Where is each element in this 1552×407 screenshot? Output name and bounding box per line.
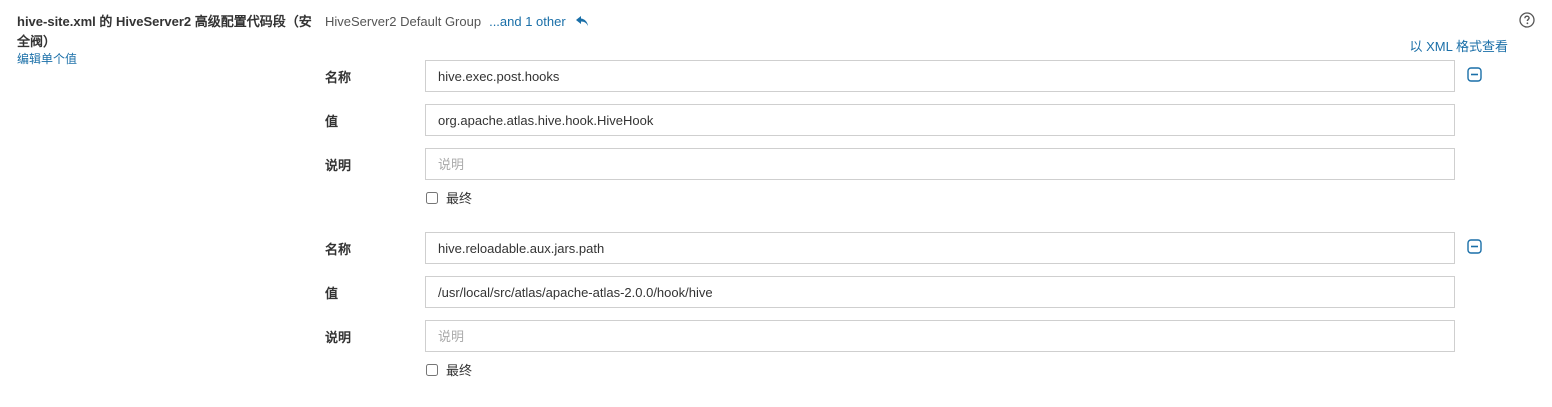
value-label: 值 bbox=[325, 286, 339, 301]
final-row: 最终 bbox=[425, 188, 472, 207]
name-field[interactable] bbox=[425, 60, 1455, 92]
and-other-link[interactable]: ...and 1 other bbox=[489, 14, 566, 29]
description-field[interactable] bbox=[425, 320, 1455, 352]
value-field[interactable] bbox=[425, 276, 1455, 308]
undo-icon[interactable] bbox=[575, 15, 589, 27]
value-label: 值 bbox=[325, 114, 339, 129]
edit-individual-values-link[interactable]: 编辑单个值 bbox=[17, 50, 77, 67]
final-checkbox[interactable] bbox=[426, 363, 438, 376]
description-label: 说明 bbox=[325, 158, 352, 173]
final-checkbox[interactable] bbox=[426, 191, 438, 204]
description-field[interactable] bbox=[425, 148, 1455, 180]
group-name: HiveServer2 Default Group bbox=[325, 13, 482, 29]
section-title: hive-site.xml 的 HiveServer2 高级配置代码段（安全阀） bbox=[17, 14, 312, 49]
remove-entry-icon[interactable] bbox=[1467, 67, 1482, 82]
remove-entry-icon[interactable] bbox=[1467, 239, 1482, 254]
value-field[interactable] bbox=[425, 104, 1455, 136]
name-field[interactable] bbox=[425, 232, 1455, 264]
help-icon[interactable] bbox=[1519, 12, 1535, 28]
group-bar: HiveServer2 Default Group ...and 1 other bbox=[325, 11, 589, 31]
description-label: 说明 bbox=[325, 330, 352, 345]
final-row: 最终 bbox=[425, 360, 472, 379]
final-label: 最终 bbox=[446, 363, 473, 378]
name-label: 名称 bbox=[325, 242, 352, 257]
view-as-xml-link[interactable]: 以 XML 格式查看 bbox=[1410, 36, 1508, 55]
final-label: 最终 bbox=[446, 191, 473, 206]
name-label: 名称 bbox=[325, 70, 352, 85]
